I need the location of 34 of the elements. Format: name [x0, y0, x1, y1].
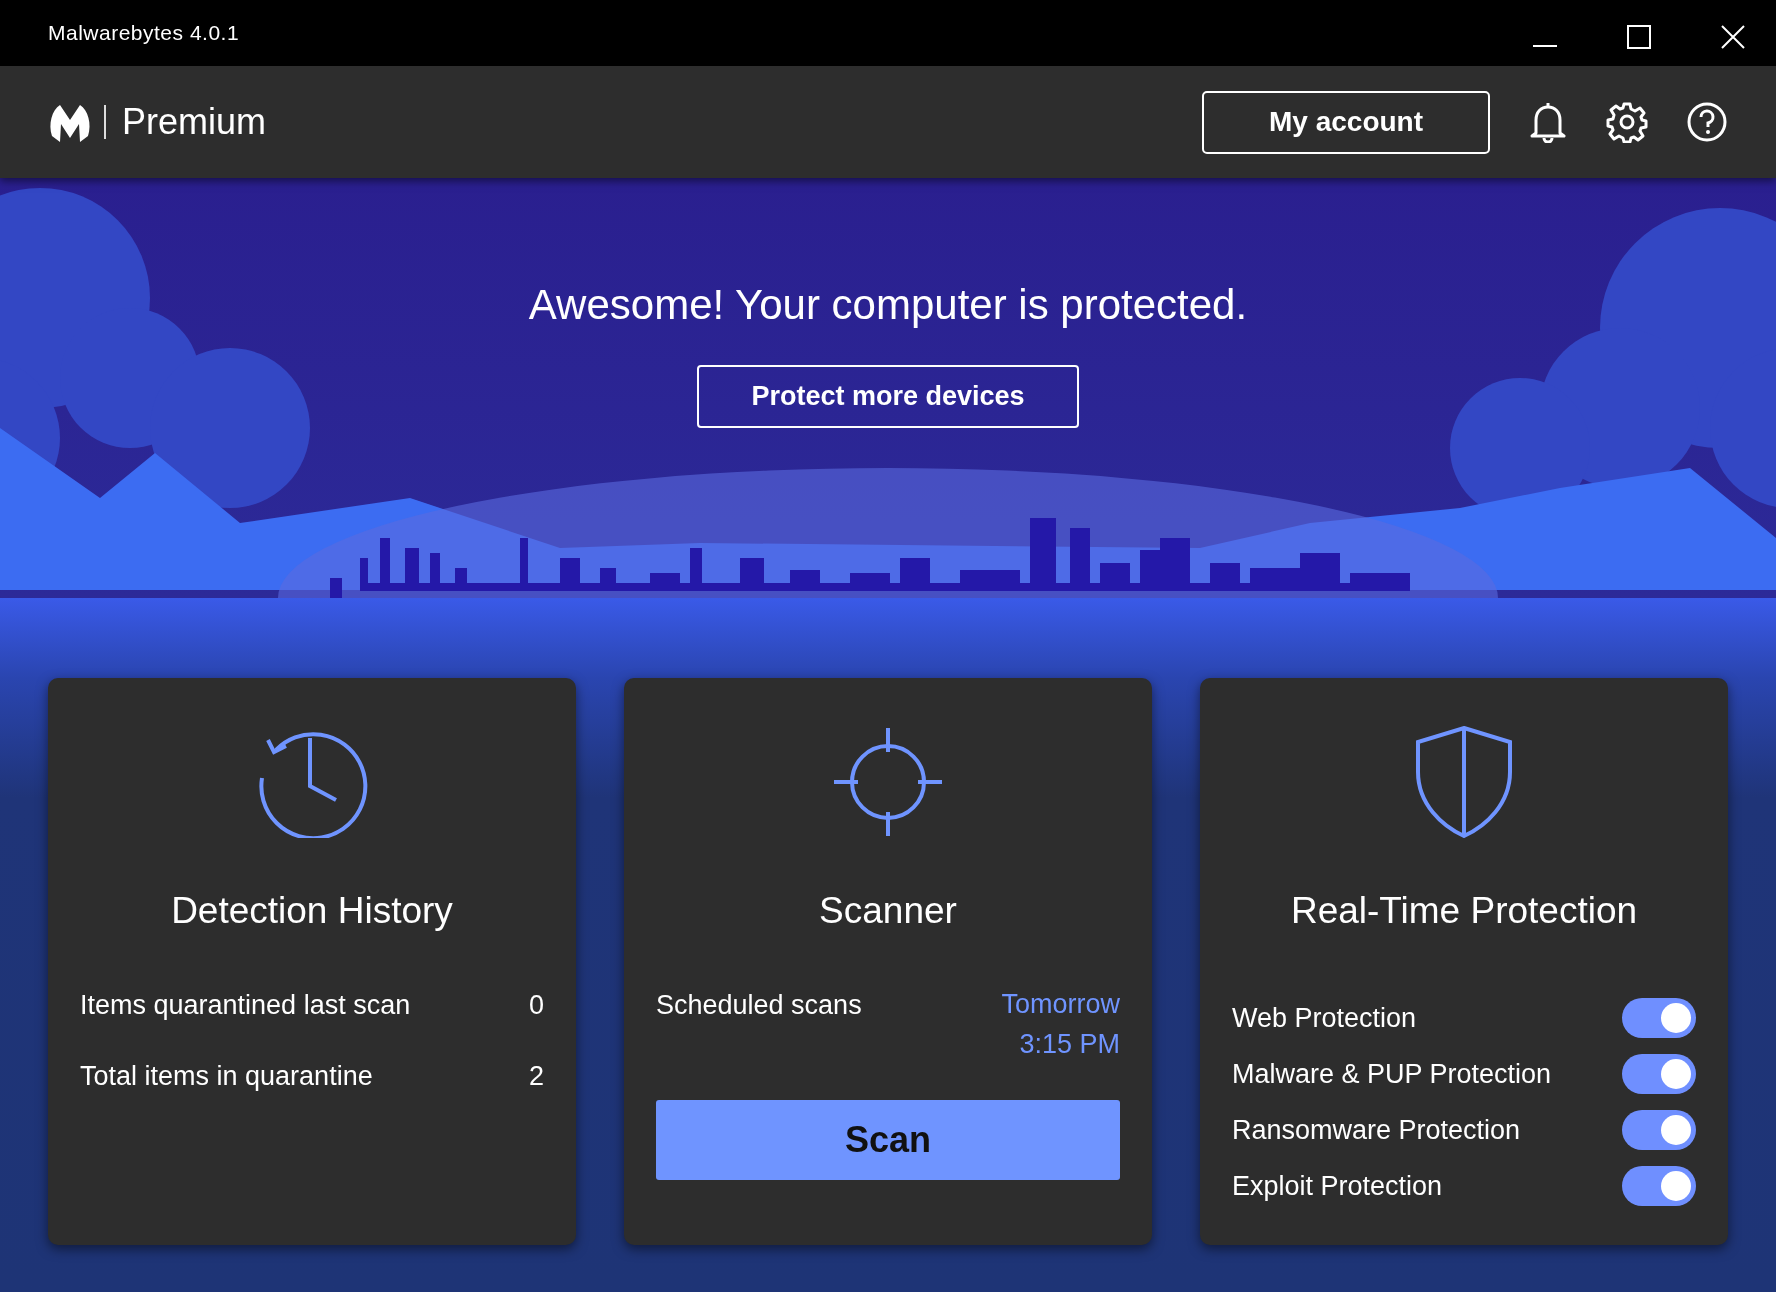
stat-value: 2: [528, 1061, 544, 1092]
card-title: Scanner: [819, 890, 957, 933]
feature-card[interactable]: Real-Time Protection Web Protection Malware & PUP Protection Ransomware Protection Exploit Protection: [1200, 678, 1728, 1245]
protection-label: Exploit Protection: [1232, 1170, 1443, 1202]
toggle-switch[interactable]: [1622, 1054, 1696, 1094]
toggle-switch[interactable]: [1622, 1110, 1696, 1150]
card-title: Real-Time Protection: [1290, 890, 1638, 933]
window-title: Malwarebytes 4.0.1: [48, 21, 240, 45]
feature-card[interactable]: Scanner Scheduled scans Tomorrow 3:15 PM Scan: [624, 678, 1152, 1245]
account-button[interactable]: My account: [1202, 90, 1490, 154]
notifications-icon[interactable]: [1528, 101, 1568, 143]
settings-icon[interactable]: [1606, 101, 1648, 143]
protect-devices-button[interactable]: Protect more devices: [697, 365, 1079, 428]
protection-label: Web Protection: [1232, 1002, 1417, 1034]
help-icon[interactable]: [1686, 101, 1728, 143]
status-message: Awesome! Your computer is protected.: [528, 281, 1248, 329]
protection-label: Ransomware Protection: [1232, 1114, 1521, 1146]
stat-label: Total items in quarantine: [80, 1061, 373, 1092]
stat-value: 0: [528, 990, 544, 1021]
logo-icon: [48, 102, 92, 142]
stat-label: Items quarantined last scan: [80, 990, 411, 1021]
crosshair-icon: [832, 726, 944, 838]
card-title: Detection History: [171, 890, 453, 933]
feature-card[interactable]: Detection History Items quarantined last scan 0 Total items in quarantine 2: [48, 678, 576, 1245]
edition-label: Premium: [122, 101, 267, 143]
schedule-link[interactable]: Tomorrow 3:15 PM: [970, 984, 1120, 1064]
toggle-switch[interactable]: [1622, 1166, 1696, 1206]
schedule-label: Scheduled scans: [656, 990, 862, 1021]
shield-icon: [1414, 726, 1514, 838]
maximize-icon[interactable]: [1626, 24, 1652, 50]
toggle-switch[interactable]: [1622, 998, 1696, 1038]
scan-button[interactable]: Scan: [656, 1100, 1120, 1180]
close-icon[interactable]: [1720, 24, 1746, 50]
protection-label: Malware & PUP Protection: [1232, 1058, 1552, 1090]
